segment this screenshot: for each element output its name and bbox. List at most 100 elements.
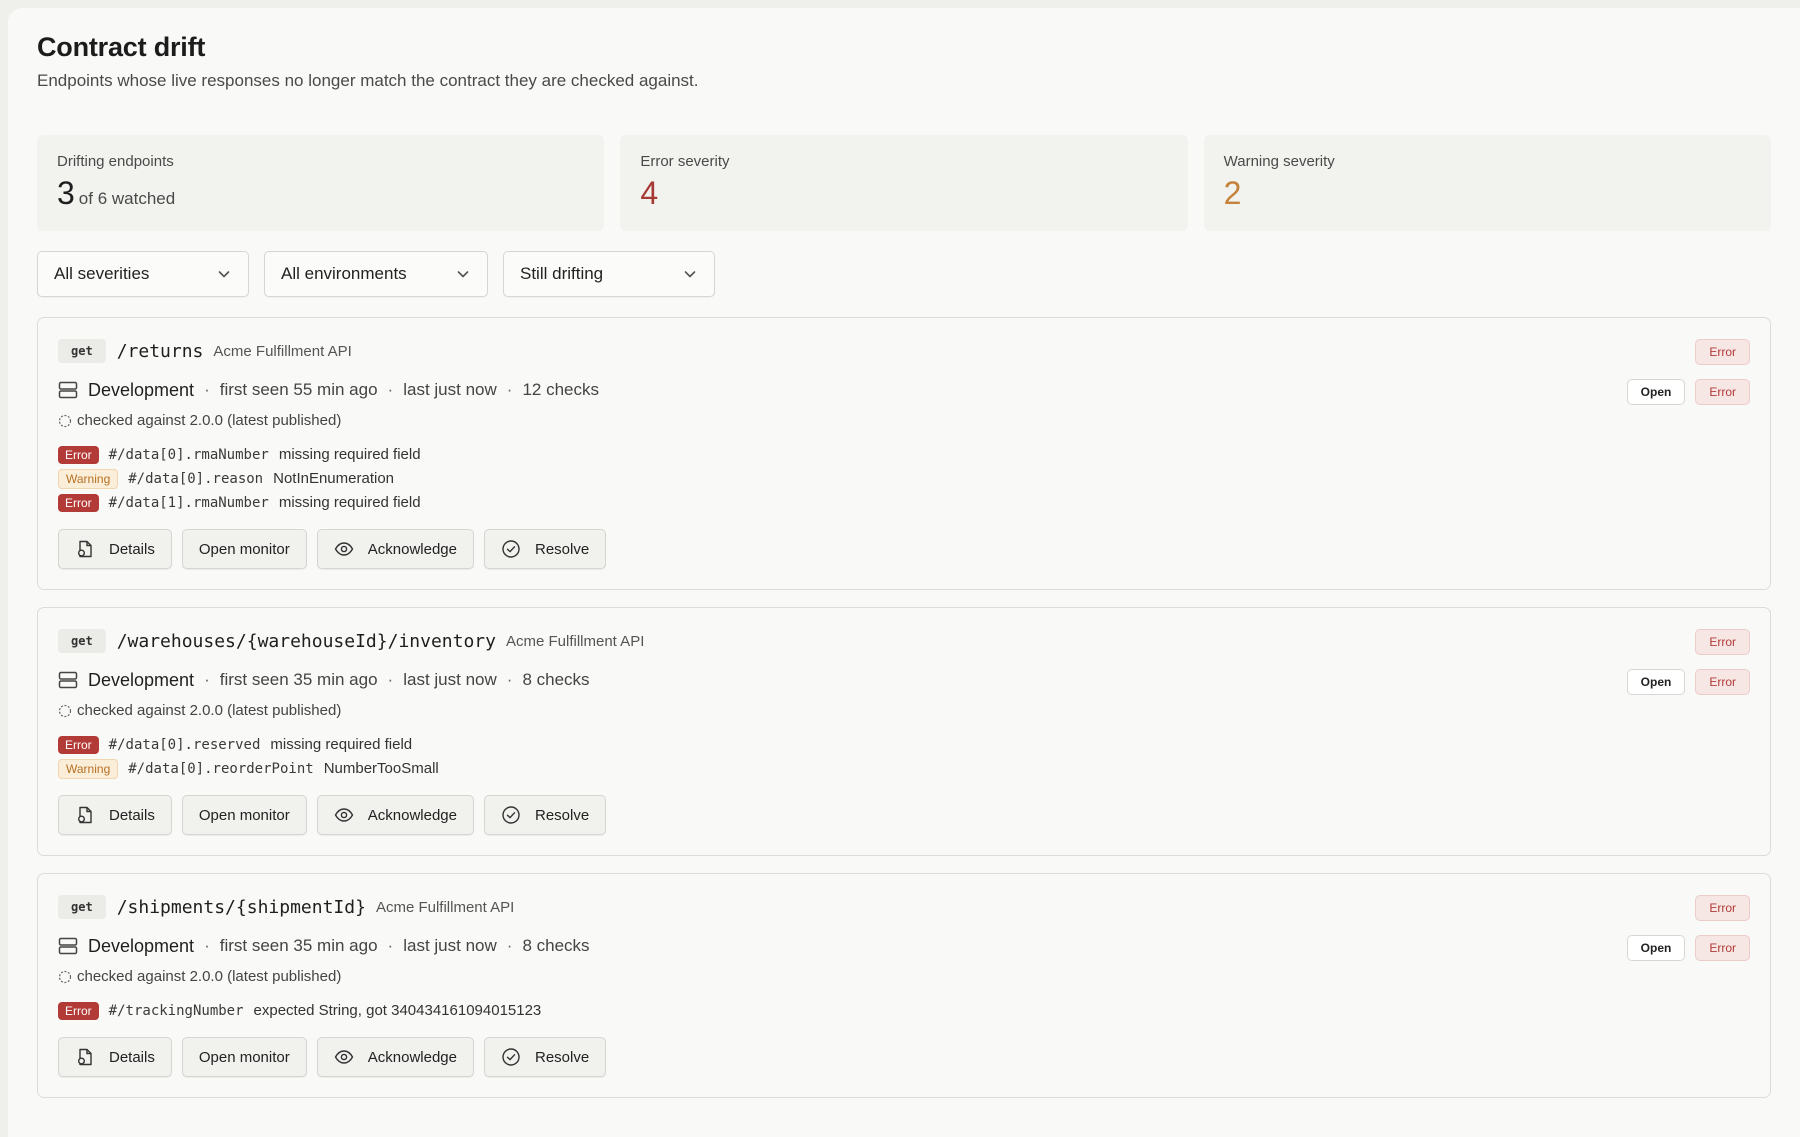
issue-message: NumberTooSmall — [323, 760, 439, 777]
open-monitor-button[interactable]: Open monitor — [181, 529, 307, 569]
status-badge: Open — [1626, 379, 1686, 405]
issue-severity-badge: Error — [58, 1001, 99, 1020]
document-icon — [78, 1048, 92, 1066]
select-value: All environments — [281, 264, 407, 283]
details-button[interactable]: Details — [58, 795, 172, 835]
drift-card: get /shipments/{shipmentId} Acme Fulfill… — [37, 873, 1771, 1098]
endpoint-path: /warehouses/{warehouseId}/inventory — [116, 630, 496, 652]
status-severity-badge: Error — [1695, 935, 1750, 961]
button-label: Open monitor — [198, 540, 290, 558]
acknowledge-button[interactable]: Acknowledge — [316, 529, 474, 569]
api-name: Acme Fulfillment API — [505, 632, 645, 650]
page-subtitle: Endpoints whose live responses no longer… — [37, 71, 699, 90]
chevron-down-icon — [218, 271, 230, 278]
environment-name: Development — [88, 379, 195, 400]
stat-value: 4 — [640, 175, 659, 211]
button-label: Details — [109, 1048, 155, 1066]
severity-badge: Error — [1695, 895, 1750, 921]
issue-row: Warning #/data[0].reason NotInEnumeratio… — [58, 468, 1750, 489]
issue-row: Error #/data[1].rmaNumber missing requir… — [58, 493, 1750, 512]
issue-pointer: #/trackingNumber — [108, 1002, 244, 1019]
button-label: Details — [109, 540, 155, 558]
check-count: 12 checks — [522, 380, 599, 399]
issue-row: Error #/trackingNumber expected String, … — [58, 1001, 1750, 1020]
acknowledge-button[interactable]: Acknowledge — [316, 1037, 474, 1077]
check-count: 8 checks — [522, 670, 590, 689]
environment-name: Development — [88, 669, 195, 690]
issue-message: missing required field — [278, 494, 421, 511]
details-button[interactable]: Details — [58, 1037, 172, 1077]
http-method-badge: get — [58, 339, 106, 363]
stat-label: Warning severity — [1223, 153, 1335, 170]
issue-message: expected String, got 340434161094015123 — [253, 1002, 542, 1019]
eye-icon — [334, 542, 354, 556]
button-label: Acknowledge — [367, 1048, 457, 1066]
issue-list: Error #/trackingNumber expected String, … — [58, 1001, 1750, 1020]
pending-circle-icon — [58, 414, 72, 427]
environment-filter-select[interactable]: All environments — [264, 251, 488, 297]
stat-label: Error severity — [640, 153, 730, 170]
last-seen: last just now — [403, 936, 497, 955]
http-method-badge: get — [58, 629, 106, 653]
issue-row: Error #/data[0].reserved missing require… — [58, 735, 1750, 754]
endpoint-path: /shipments/{shipmentId} — [116, 896, 366, 918]
issue-message: missing required field — [270, 736, 413, 753]
stat-suffix: of 6 watched — [78, 189, 176, 208]
issue-severity-badge: Error — [58, 445, 99, 464]
stat-label: Drifting endpoints — [57, 153, 174, 170]
pending-circle-icon — [58, 970, 72, 983]
issue-pointer: #/data[0].reserved — [108, 736, 261, 753]
button-label: Details — [109, 806, 155, 824]
status-severity-badge: Error — [1695, 669, 1750, 695]
issue-row: Warning #/data[0].reorderPoint NumberToo… — [58, 758, 1750, 779]
severity-badge: Error — [1695, 629, 1750, 655]
button-label: Acknowledge — [367, 806, 457, 824]
stat-value: 2 — [1223, 175, 1242, 211]
stat-warning-severity: Warning severity 2 — [1203, 135, 1771, 231]
button-label: Open monitor — [198, 806, 290, 824]
issue-severity-badge: Warning — [58, 468, 119, 489]
severity-filter-select[interactable]: All severities — [37, 251, 249, 297]
details-button[interactable]: Details — [58, 529, 172, 569]
button-label: Open monitor — [198, 1048, 290, 1066]
button-label: Resolve — [534, 1048, 590, 1066]
resolve-button[interactable]: Resolve — [483, 795, 607, 835]
stat-value: 3 — [57, 175, 75, 211]
status-badge: Open — [1626, 669, 1686, 695]
checked-against: checked against 2.0.0 (latest published) — [77, 968, 342, 985]
open-monitor-button[interactable]: Open monitor — [181, 1037, 307, 1077]
contract-drift-page: Contract drift Endpoints whose live resp… — [8, 8, 1800, 1137]
stats-row: Drifting endpoints 3 of 6 watched Error s… — [37, 135, 1771, 231]
stat-drifting-endpoints: Drifting endpoints 3 of 6 watched — [37, 135, 605, 231]
issue-pointer: #/data[0].reason — [128, 470, 264, 487]
chevron-down-icon — [684, 271, 696, 278]
issue-pointer: #/data[0].reorderPoint — [128, 760, 314, 777]
issue-row: Error #/data[0].rmaNumber missing requir… — [58, 445, 1750, 464]
select-value: Still drifting — [520, 264, 604, 283]
status-severity-badge: Error — [1695, 379, 1750, 405]
server-icon — [58, 671, 78, 689]
issue-list: Error #/data[0].reserved missing require… — [58, 735, 1750, 779]
server-icon — [58, 937, 78, 955]
issue-severity-badge: Error — [58, 735, 99, 754]
check-circle-icon — [502, 1048, 520, 1066]
resolve-button[interactable]: Resolve — [483, 529, 607, 569]
last-seen: last just now — [403, 380, 497, 399]
endpoint-path: /returns — [116, 340, 204, 362]
document-icon — [78, 540, 92, 558]
drift-card-list: get /returns Acme Fulfillment API Error … — [37, 317, 1771, 1098]
api-name: Acme Fulfillment API — [375, 898, 515, 916]
eye-icon — [334, 808, 354, 822]
checked-against: checked against 2.0.0 (latest published) — [77, 702, 342, 719]
issue-severity-badge: Error — [58, 493, 99, 512]
drift-card: get /returns Acme Fulfillment API Error … — [37, 317, 1771, 590]
status-filter-select[interactable]: Still drifting — [503, 251, 715, 297]
open-monitor-button[interactable]: Open monitor — [181, 795, 307, 835]
acknowledge-button[interactable]: Acknowledge — [316, 795, 474, 835]
severity-badge: Error — [1695, 339, 1750, 365]
button-label: Resolve — [534, 540, 590, 558]
issue-message: NotInEnumeration — [273, 470, 395, 487]
resolve-button[interactable]: Resolve — [483, 1037, 607, 1077]
issue-message: missing required field — [278, 446, 421, 463]
pending-circle-icon — [58, 704, 72, 717]
